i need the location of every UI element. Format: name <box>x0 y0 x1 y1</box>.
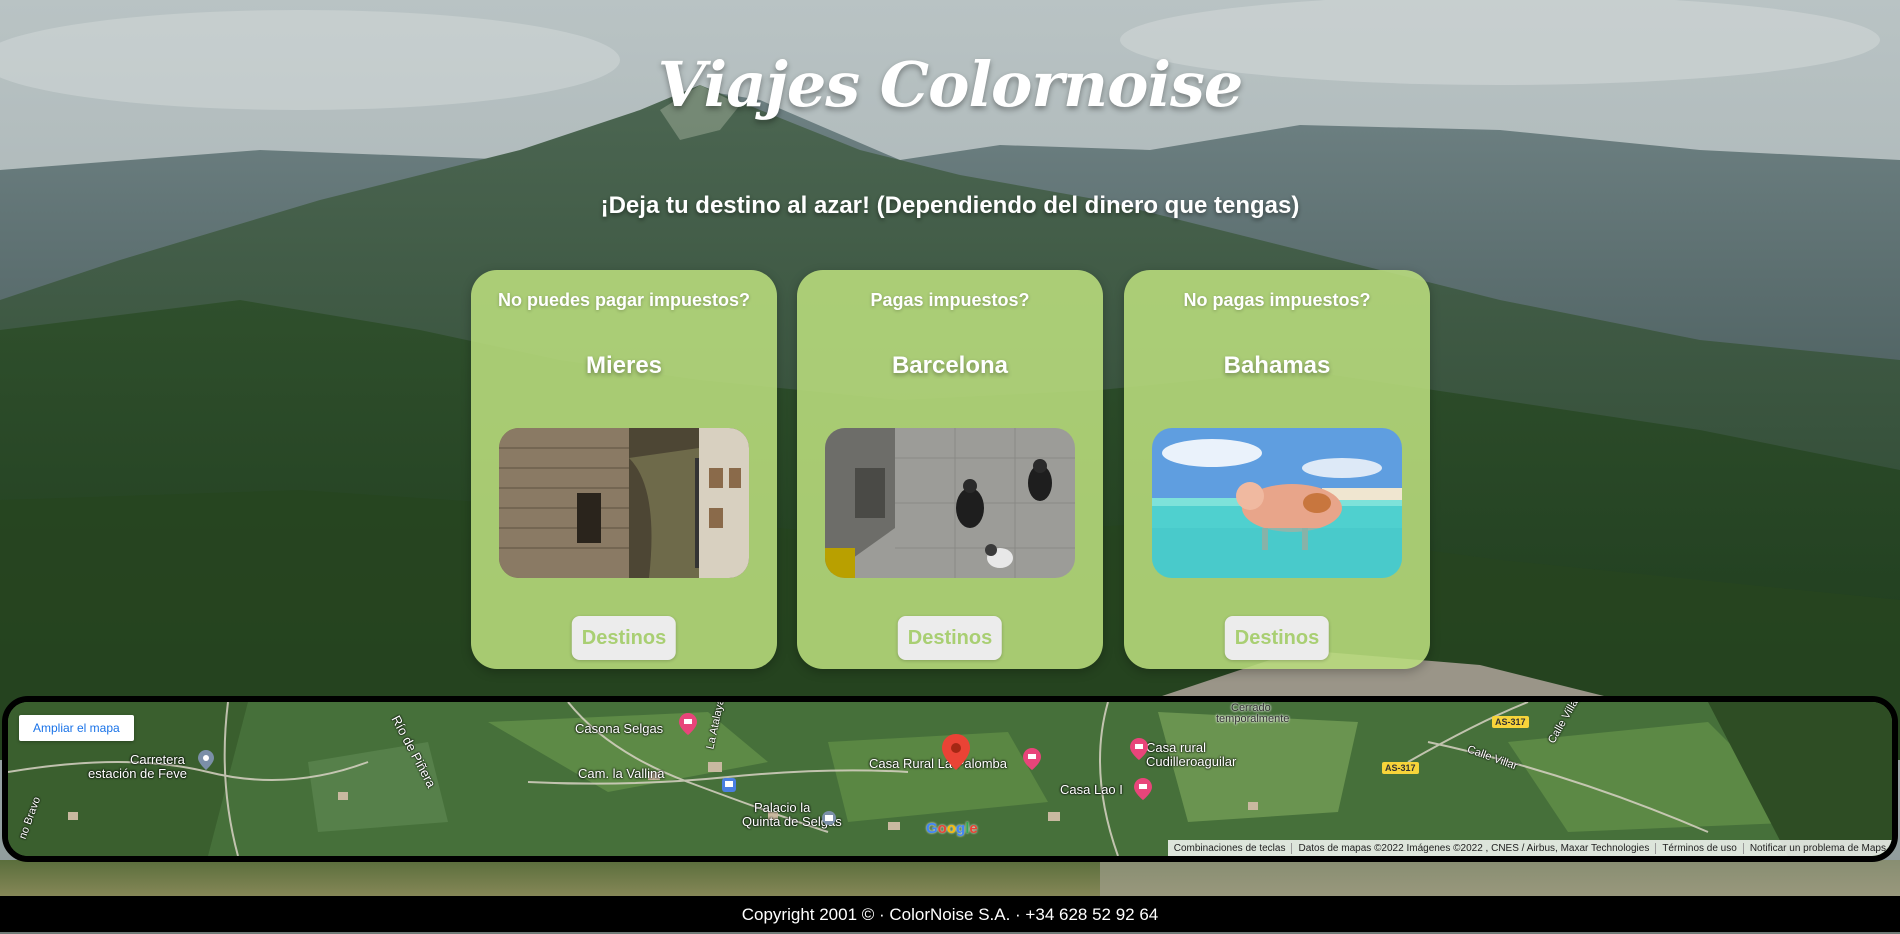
map-label-palomba[interactable]: Casa Rural La Palomba <box>869 756 1007 771</box>
map-label-carretera[interactable]: Carretera <box>130 752 185 767</box>
card-photo-barcelona <box>825 428 1075 578</box>
map-label-cudilleroaguilar[interactable]: Cudilleroaguilar <box>1146 754 1236 769</box>
keyboard-shortcuts-link[interactable]: Combinaciones de teclas <box>1168 843 1292 854</box>
destinos-button-barcelona[interactable]: Destinos <box>897 616 1003 660</box>
map-label-temporalmente: temporalmente <box>1216 713 1290 725</box>
hotel-pin-icon[interactable] <box>1023 748 1041 770</box>
card-photo-mieres <box>499 428 749 578</box>
destinos-button-mieres[interactable]: Destinos <box>571 616 677 660</box>
card-question: Pagas impuestos? <box>870 290 1030 310</box>
map-label-palacio[interactable]: Palacio la <box>754 800 810 815</box>
card-city: Mieres <box>585 352 663 379</box>
card-question: No pagas impuestos? <box>1183 290 1371 310</box>
footer: Copyright 2001 © · ColorNoise S.A. · +34… <box>0 896 1900 932</box>
hotel-pin-icon[interactable] <box>1134 778 1152 800</box>
destinos-button-bahamas[interactable]: Destinos <box>1224 616 1330 660</box>
map-label-casa-lao[interactable]: Casa Lao I <box>1060 782 1123 797</box>
destination-card-bahamas: No pagas impuestos? Bahamas Destinos <box>1124 270 1430 669</box>
destination-card-mieres: No puedes pagar impuestos? Mieres Destin… <box>471 270 777 669</box>
page-subtitle: ¡Deja tu destino al azar! (Dependiendo d… <box>600 192 1300 219</box>
card-photo-bahamas <box>1152 428 1402 578</box>
map-label-cam-vallina: Cam. la Vallina <box>578 766 665 781</box>
google-logo: Google <box>926 820 978 837</box>
card-question: No puedes pagar impuestos? <box>497 290 751 310</box>
site-title: Viajes Colornoise <box>657 48 1244 121</box>
footer-copyright: Copyright 2001 © · ColorNoise S.A. · +34… <box>741 905 1159 924</box>
bus-stop-icon[interactable] <box>722 778 736 792</box>
place-pin-icon[interactable] <box>821 810 837 826</box>
map-pin-icon[interactable] <box>942 734 970 770</box>
map-data-credit: Datos de mapas ©2022 Imágenes ©2022 , CN… <box>1291 842 1655 854</box>
report-problem-link[interactable]: Notificar un problema de Maps <box>1742 842 1892 854</box>
place-pin-icon[interactable] <box>198 750 214 770</box>
map-label-casa-rural[interactable]: Casa rural <box>1146 740 1206 755</box>
hotel-pin-icon[interactable] <box>1130 738 1148 760</box>
embedded-map[interactable]: Ampliar el mapa Casona Selgas Carretera … <box>2 696 1898 862</box>
card-city: Barcelona <box>891 352 1009 379</box>
map-attribution-bar: Combinaciones de teclas Datos de mapas ©… <box>1167 840 1892 856</box>
map-label-estacion[interactable]: estación de Feve <box>88 766 187 781</box>
map-label-casona[interactable]: Casona Selgas <box>575 721 663 736</box>
hotel-pin-icon[interactable] <box>679 713 697 735</box>
card-city: Bahamas <box>1223 352 1331 379</box>
road-badge-as317-2: AS-317 <box>1382 762 1419 774</box>
destination-card-barcelona: Pagas impuestos? Barcelona Destinos <box>797 270 1103 669</box>
road-badge-as317: AS-317 <box>1492 716 1529 728</box>
terms-link[interactable]: Términos de uso <box>1655 842 1742 854</box>
expand-map-button[interactable]: Ampliar el mapa <box>19 715 134 741</box>
